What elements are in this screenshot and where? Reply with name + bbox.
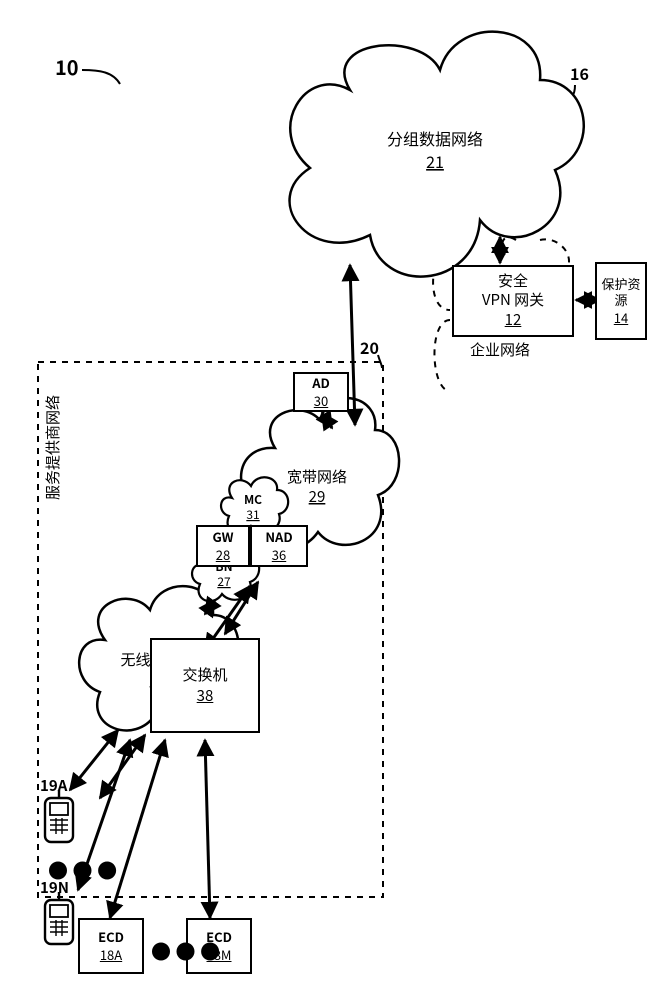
protect-label2: 保护资源 bbox=[601, 276, 641, 309]
vpn-line2: VPN 网关 bbox=[482, 291, 544, 310]
ecd18a-ref: 18A bbox=[100, 947, 122, 963]
nad-ref: 36 bbox=[272, 547, 286, 563]
svg-text:10: 10 bbox=[55, 52, 79, 81]
vpn-gateway-box: 安全 VPN 网关 12 bbox=[452, 265, 574, 337]
protected-resource-box-2: 保护资源 14 bbox=[595, 262, 647, 340]
switch-box: 交换机 38 bbox=[150, 638, 260, 733]
nad-box: NAD 36 bbox=[250, 525, 308, 567]
switch-label: 交换机 bbox=[182, 666, 227, 685]
gw-ref: 28 bbox=[216, 547, 230, 563]
svg-text:16: 16 bbox=[570, 61, 589, 85]
diagram-canvas: 10 服务提供商网络 20 16 企业网络 分组数据网络 21 宽带网络 29 … bbox=[0, 0, 653, 1000]
phone-19a-label: 19A bbox=[40, 775, 67, 796]
ecd-ellipsis: ● ● ● bbox=[151, 936, 220, 965]
protect-ref: 14 bbox=[614, 310, 628, 326]
svg-text:分组数据网络: 分组数据网络 bbox=[387, 126, 483, 150]
phone-19a-icon bbox=[35, 790, 83, 850]
svg-text:企业网络: 企业网络 bbox=[470, 339, 530, 360]
svg-text:宽带网络: 宽带网络 bbox=[287, 466, 347, 487]
svg-text:29: 29 bbox=[309, 486, 326, 507]
ecd-18a-box: ECD 18A bbox=[78, 918, 144, 974]
svg-text:27: 27 bbox=[217, 573, 231, 590]
phone-ellipsis: ● ● ● bbox=[48, 855, 117, 884]
svg-text:20: 20 bbox=[360, 335, 379, 359]
ad-ref: 30 bbox=[314, 393, 328, 409]
ad-label: AD bbox=[312, 375, 330, 391]
ad-box: AD 30 bbox=[293, 372, 349, 412]
vpn-line1: 安全 bbox=[498, 272, 528, 291]
svg-text:31: 31 bbox=[246, 506, 259, 523]
gw-box: GW 28 bbox=[196, 525, 250, 567]
switch-ref: 38 bbox=[197, 687, 214, 706]
nad-label: NAD bbox=[265, 529, 292, 545]
svg-text:服务提供商网络: 服务提供商网络 bbox=[42, 395, 63, 500]
ecd18a-label: ECD bbox=[98, 929, 124, 945]
vpn-ref: 12 bbox=[505, 311, 522, 330]
phone-19n-icon bbox=[35, 892, 83, 952]
gw-label: GW bbox=[212, 529, 233, 545]
svg-text:21: 21 bbox=[426, 149, 444, 173]
